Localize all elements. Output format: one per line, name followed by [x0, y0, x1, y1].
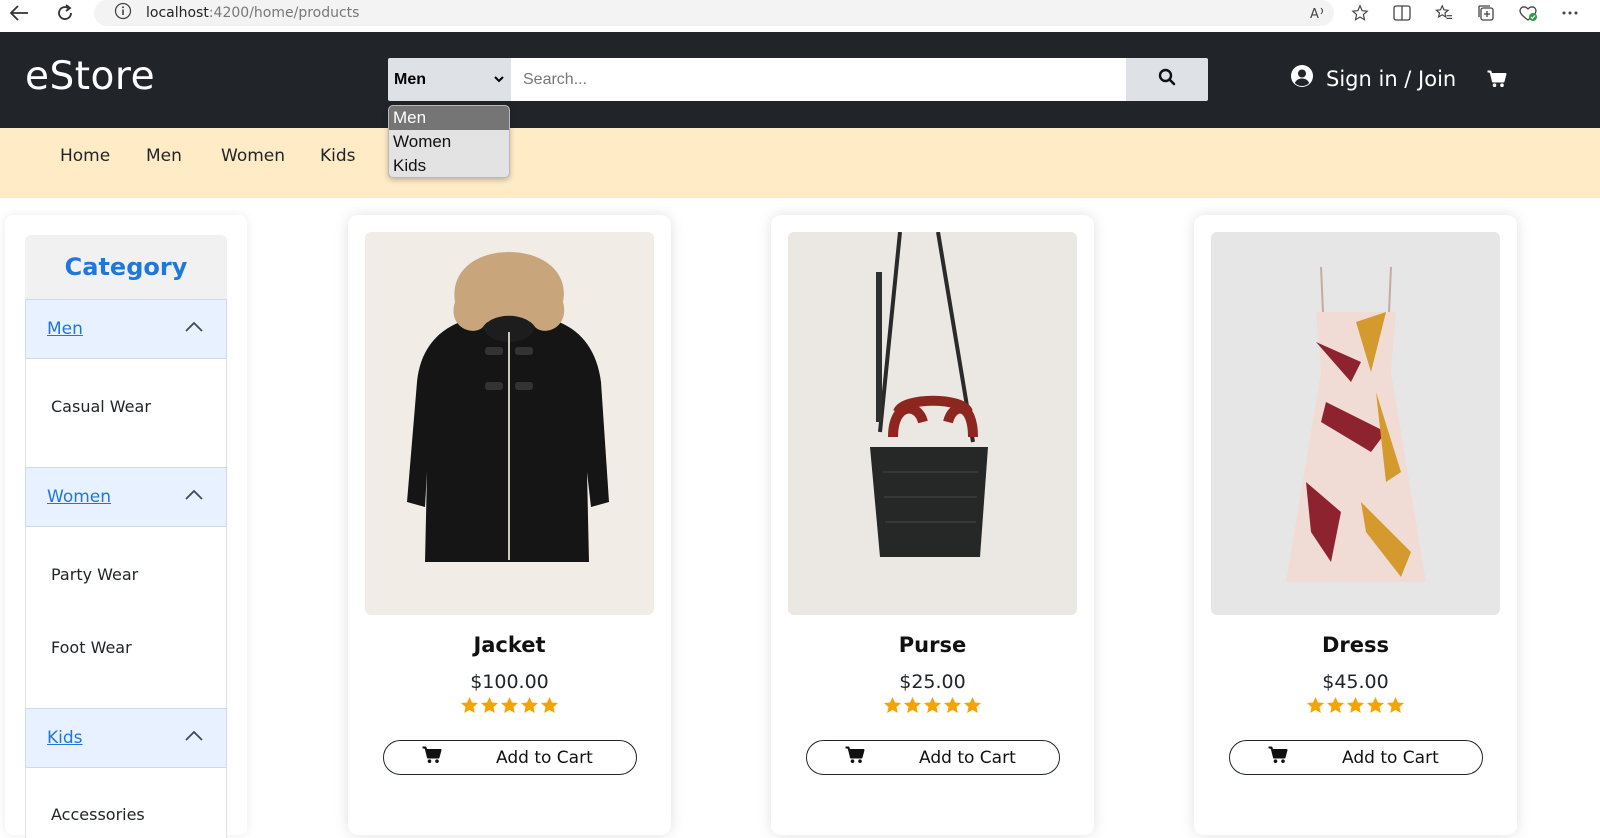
star-icon	[1326, 696, 1345, 719]
star-icon	[943, 696, 962, 719]
cart-icon	[845, 746, 865, 769]
product-price: $45.00	[1322, 671, 1389, 693]
address-bar[interactable]: localhost:4200/home/products	[94, 0, 1334, 26]
add-to-cart-button[interactable]: Add to Cart	[1229, 740, 1483, 775]
add-to-cart-label: Add to Cart	[919, 747, 1016, 768]
subcategory-accessories[interactable]: Accessories	[51, 805, 145, 824]
signin-link[interactable]: Sign in / Join	[1290, 64, 1456, 93]
info-icon[interactable]	[114, 2, 132, 25]
category-dropdown-list: Men Women Kids	[388, 105, 510, 178]
product-image-purse[interactable]	[788, 232, 1077, 615]
dropdown-option-women[interactable]: Women	[389, 130, 509, 154]
browser-toolbar: localhost:4200/home/products A	[0, 0, 1600, 32]
star-icon	[883, 696, 902, 719]
browser-essentials-icon[interactable]	[1518, 3, 1538, 23]
search-button[interactable]	[1126, 58, 1208, 101]
chevron-up-icon[interactable]	[184, 729, 204, 747]
category-select[interactable]: Men	[388, 58, 511, 101]
url-path: :4200/home/products	[208, 5, 360, 21]
site-header: eStore Men Search... Sign in / Join	[0, 32, 1600, 128]
subcategory-foot-wear[interactable]: Foot Wear	[51, 638, 132, 657]
favorites-icon[interactable]	[1434, 3, 1454, 23]
subcategory-casual-wear[interactable]: Casual Wear	[51, 397, 151, 416]
add-to-cart-label: Add to Cart	[1342, 747, 1439, 768]
product-name[interactable]: Dress	[1194, 633, 1517, 657]
star-icon	[923, 696, 942, 719]
star-icon	[903, 696, 922, 719]
category-select-value: Men	[394, 70, 426, 88]
url-text: localhost:4200/home/products	[146, 5, 359, 21]
user-circle-icon	[1290, 64, 1314, 93]
nav-item-men[interactable]: Men	[146, 146, 182, 166]
star-icon	[1306, 696, 1325, 719]
star-icon	[1346, 696, 1365, 719]
split-screen-icon[interactable]	[1392, 3, 1412, 23]
category-title: Category	[25, 235, 227, 299]
refresh-icon[interactable]	[52, 0, 78, 26]
chevron-up-icon[interactable]	[184, 320, 204, 338]
cart-icon	[1268, 746, 1288, 769]
product-image-dress[interactable]	[1211, 232, 1500, 615]
star-icon	[460, 696, 479, 719]
accordion-header-women[interactable]: Women	[25, 467, 227, 527]
nav-item-kids[interactable]: Kids	[320, 146, 356, 166]
chevron-up-icon[interactable]	[184, 488, 204, 506]
read-aloud-icon[interactable]: A	[1308, 3, 1328, 23]
add-to-cart-button[interactable]: Add to Cart	[806, 740, 1060, 775]
star-icon	[520, 696, 539, 719]
main-nav: Home Men Women Kids	[0, 128, 1600, 198]
star-icon	[963, 696, 982, 719]
signin-label: Sign in / Join	[1326, 66, 1457, 91]
search-input[interactable]: Search...	[511, 58, 1126, 101]
product-price: $25.00	[899, 671, 966, 693]
chevron-down-icon	[493, 71, 505, 89]
back-arrow-icon[interactable]	[6, 0, 32, 26]
search-icon	[1158, 68, 1176, 91]
accordion-body-women	[25, 527, 227, 708]
browser-action-icons: A	[1308, 0, 1580, 26]
accordion-link-women[interactable]: Women	[47, 487, 111, 507]
product-rating	[1194, 696, 1517, 719]
product-name[interactable]: Jacket	[348, 633, 671, 657]
add-to-cart-label: Add to Cart	[496, 747, 593, 768]
star-icon	[540, 696, 559, 719]
url-host: localhost	[146, 5, 209, 21]
accordion-header-men[interactable]: Men	[25, 299, 227, 359]
product-price: $100.00	[470, 671, 549, 693]
accordion-body-kids	[25, 768, 227, 838]
accordion-link-men[interactable]: Men	[47, 319, 83, 339]
product-image-jacket[interactable]	[365, 232, 654, 615]
star-icon	[500, 696, 519, 719]
product-name[interactable]: Purse	[771, 633, 1094, 657]
dropdown-option-kids[interactable]: Kids	[389, 154, 509, 177]
svg-text:A: A	[1310, 7, 1319, 21]
nav-item-home[interactable]: Home	[60, 146, 110, 166]
accordion-link-kids[interactable]: Kids	[47, 728, 83, 748]
product-rating	[771, 696, 1094, 719]
brand-logo[interactable]: eStore	[25, 54, 155, 99]
product-rating	[348, 696, 671, 719]
search-group: Men Search...	[388, 58, 1208, 101]
accordion-header-kids[interactable]: Kids	[25, 708, 227, 768]
star-icon	[1366, 696, 1385, 719]
collections-icon[interactable]	[1476, 3, 1496, 23]
subcategory-party-wear[interactable]: Party Wear	[51, 565, 138, 584]
more-options-icon[interactable]	[1560, 3, 1580, 23]
product-card: Purse $25.00 Add to Cart	[771, 215, 1094, 835]
category-sidebar: Category Men Casual Wear Women Party Wea…	[5, 215, 247, 838]
favorite-star-icon[interactable]	[1350, 3, 1370, 23]
header-cart-icon[interactable]	[1487, 70, 1507, 93]
product-card: Dress $45.00 Add to Cart	[1194, 215, 1517, 835]
add-to-cart-button[interactable]: Add to Cart	[383, 740, 637, 775]
cart-icon	[422, 746, 442, 769]
dropdown-option-men[interactable]: Men	[389, 106, 509, 130]
product-card: Jacket $100.00 Add to Cart	[348, 215, 671, 835]
nav-item-women[interactable]: Women	[221, 146, 285, 166]
star-icon	[1386, 696, 1405, 719]
star-icon	[480, 696, 499, 719]
